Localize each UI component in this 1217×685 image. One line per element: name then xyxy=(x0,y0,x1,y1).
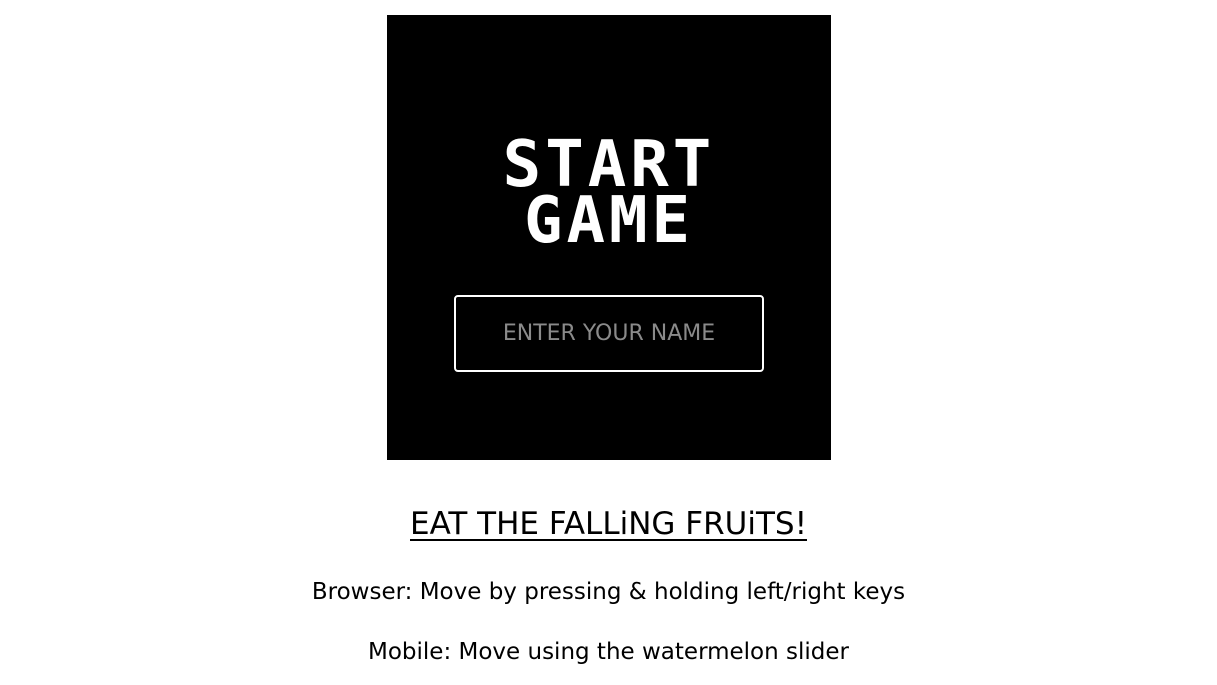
start-title-line2[interactable]: GAME xyxy=(387,189,831,253)
instructions-heading: EAT THE FALLiNG FRUiTS! xyxy=(0,502,1217,546)
start-game-panel: START GAME xyxy=(387,15,831,460)
start-game-title[interactable]: START GAME xyxy=(387,133,831,253)
mobile-instruction: Mobile: Move using the watermelon slider xyxy=(368,639,849,665)
instructions-heading-text: EAT THE FALLiNG FRUiTS! xyxy=(410,506,807,542)
player-name-input[interactable] xyxy=(454,295,764,372)
browser-instruction: Browser: Move by pressing & holding left… xyxy=(311,579,906,605)
